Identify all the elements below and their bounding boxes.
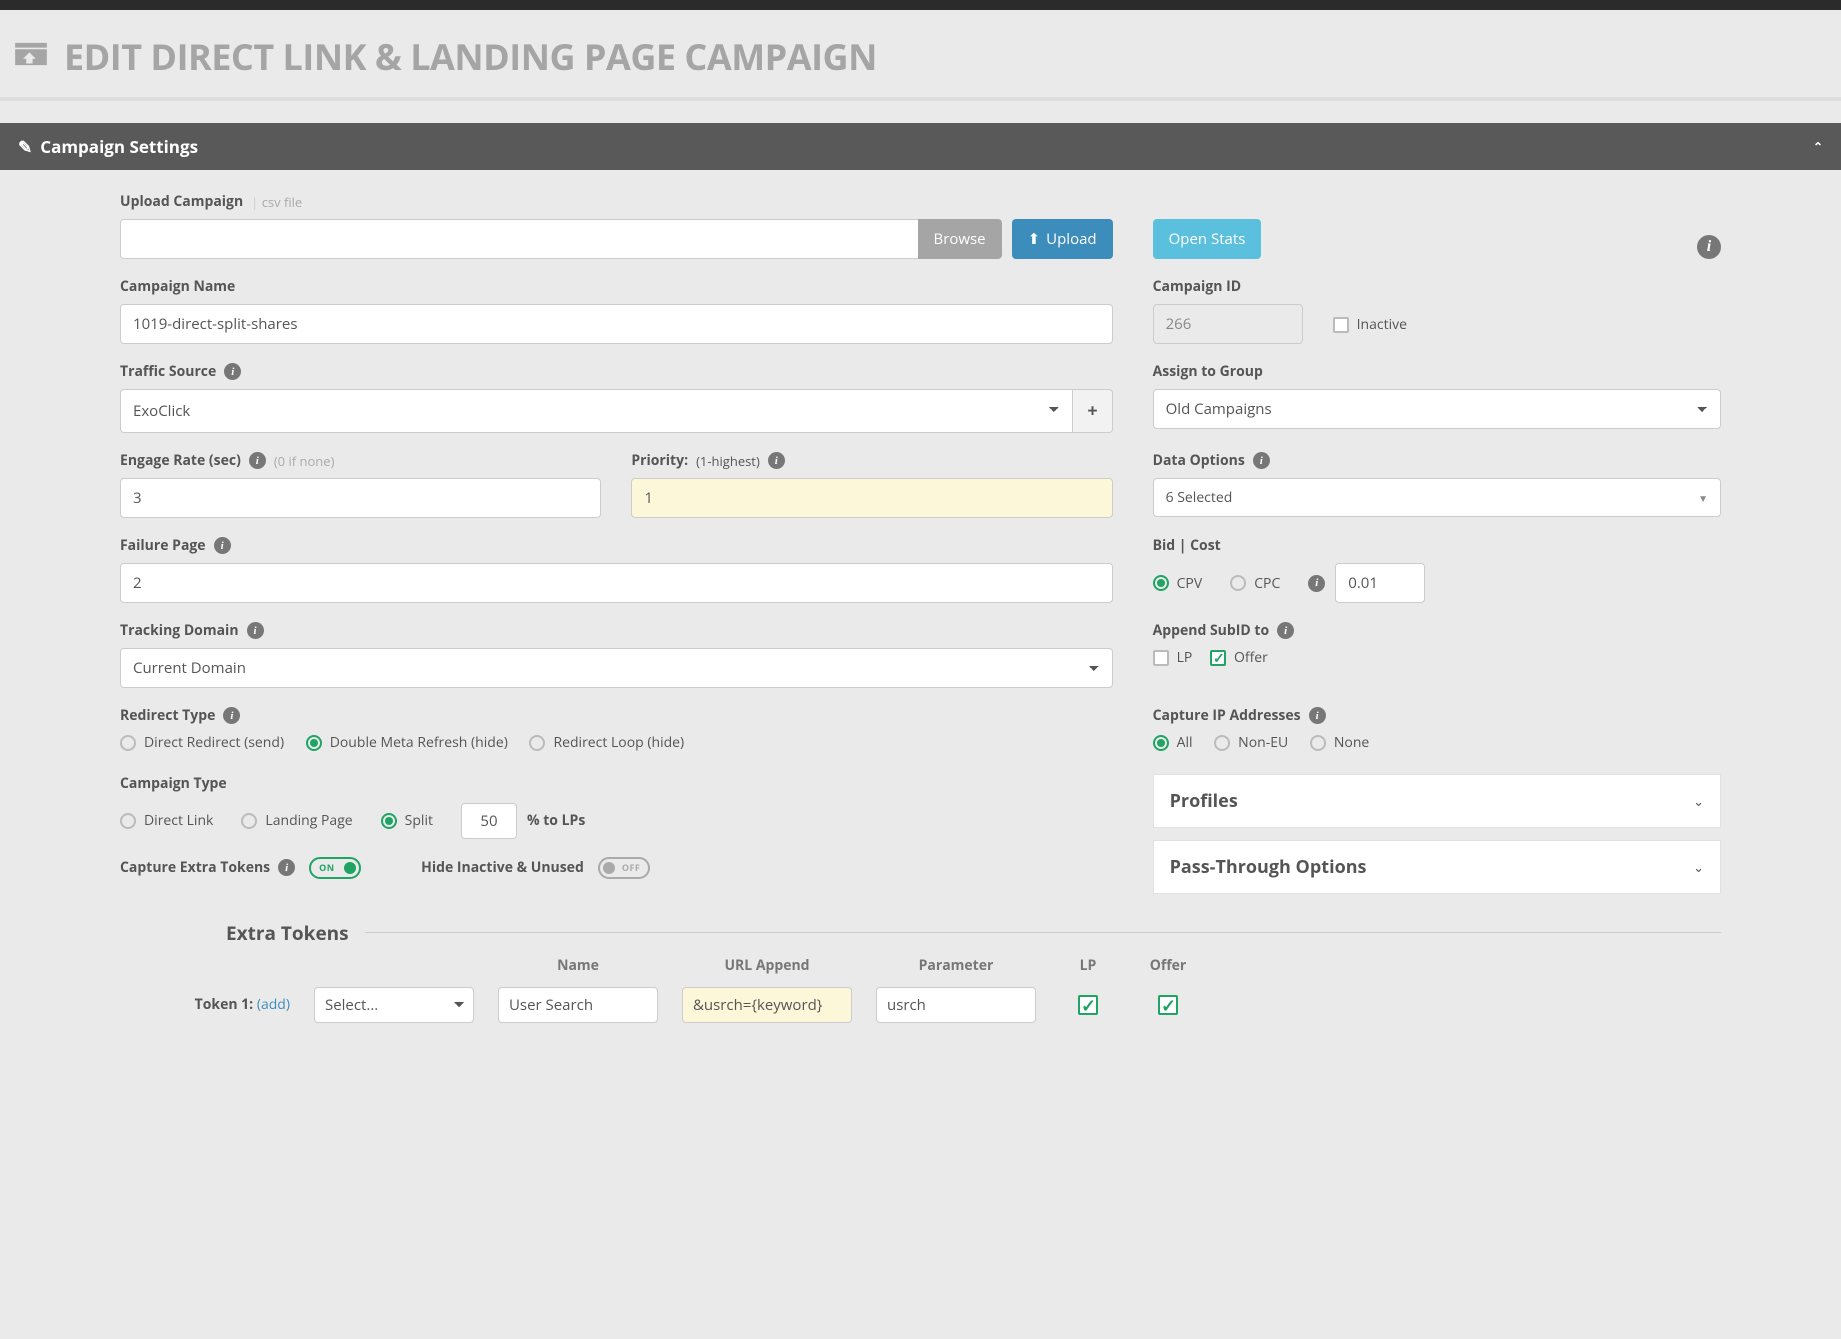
page-title-row: EDIT DIRECT LINK & LANDING PAGE CAMPAIGN <box>0 10 1841 101</box>
token-append-input[interactable] <box>682 987 852 1023</box>
assign-group-select[interactable]: Old Campaigns <box>1153 389 1721 429</box>
assign-group-label: Assign to Group <box>1153 362 1721 381</box>
inactive-checkbox[interactable]: Inactive <box>1333 315 1407 334</box>
priority-label: Priority: (1-highest) i <box>631 451 1112 470</box>
token-offer-checkbox[interactable] <box>1140 995 1196 1015</box>
info-icon[interactable]: i <box>278 859 295 876</box>
col-name: Name <box>498 956 658 975</box>
info-icon[interactable]: i <box>223 707 240 724</box>
redirect-loop-radio[interactable]: Redirect Loop (hide) <box>529 733 684 752</box>
capture-ip-all-radio[interactable]: All <box>1153 733 1193 752</box>
passthrough-card[interactable]: Pass-Through Options⌄ <box>1153 840 1721 894</box>
add-token-link[interactable]: (add) <box>257 995 290 1014</box>
campaign-id-input <box>1153 304 1303 344</box>
extra-tokens-section: Extra Tokens <box>120 920 1721 946</box>
tracking-domain-select[interactable]: Current Domain <box>120 648 1113 688</box>
upload-icon: ⬆ <box>1028 229 1041 249</box>
redirect-meta-radio[interactable]: Double Meta Refresh (hide) <box>306 733 508 752</box>
col-offer: Offer <box>1140 956 1196 975</box>
type-split-radio[interactable]: Split <box>381 811 433 830</box>
cpc-radio[interactable]: CPC <box>1230 574 1280 593</box>
panel-title: Campaign Settings <box>40 135 198 158</box>
capture-ip-none-radio[interactable]: None <box>1310 733 1369 752</box>
token-lp-checkbox[interactable] <box>1060 995 1116 1015</box>
info-icon[interactable]: i <box>249 452 266 469</box>
data-options-dropdown[interactable]: 6 Selected▼ <box>1153 478 1721 517</box>
open-stats-button[interactable]: Open Stats <box>1153 219 1262 259</box>
upload-file-input[interactable] <box>120 219 918 259</box>
edit-icon: ✎ <box>18 135 32 158</box>
token-param-input[interactable] <box>876 987 1036 1023</box>
col-append: URL Append <box>682 956 852 975</box>
campaign-icon <box>12 35 50 78</box>
profiles-card[interactable]: Profiles⌄ <box>1153 774 1721 828</box>
chevron-down-icon: ⌄ <box>1693 858 1704 876</box>
info-icon[interactable]: i <box>214 537 231 554</box>
percent-to-lps-label: % to LPs <box>527 811 585 830</box>
tracking-domain-label: Tracking Domaini <box>120 621 1113 640</box>
info-icon[interactable]: i <box>1309 707 1326 724</box>
traffic-source-label: Traffic Sourcei <box>120 362 1113 381</box>
hide-inactive-toggle[interactable]: OFF <box>598 857 650 879</box>
browse-button[interactable]: Browse <box>918 219 1002 259</box>
campaign-name-label: Campaign Name <box>120 277 1113 296</box>
token-1-label: Token 1: (add) <box>120 995 290 1014</box>
campaign-name-input[interactable] <box>120 304 1113 344</box>
redirect-type-label: Redirect Typei <box>120 706 1113 725</box>
append-offer-checkbox[interactable]: Offer <box>1210 648 1268 667</box>
hide-inactive-label: Hide Inactive & Unused <box>421 858 584 877</box>
campaign-id-label: Campaign ID <box>1153 277 1303 296</box>
engage-rate-input[interactable] <box>120 478 601 518</box>
chevron-up-icon[interactable]: ⌃ <box>1813 138 1823 155</box>
chevron-down-icon: ⌄ <box>1693 792 1704 810</box>
info-icon[interactable]: i <box>1253 452 1270 469</box>
info-icon[interactable]: i <box>224 363 241 380</box>
col-param: Parameter <box>876 956 1036 975</box>
failure-page-input[interactable] <box>120 563 1113 603</box>
page-title: EDIT DIRECT LINK & LANDING PAGE CAMPAIGN <box>64 32 877 81</box>
bid-input[interactable] <box>1335 563 1425 603</box>
panel-campaign-settings-header[interactable]: ✎ Campaign Settings ⌃ <box>0 123 1841 170</box>
append-lp-checkbox[interactable]: LP <box>1153 648 1193 667</box>
upload-button[interactable]: ⬆Upload <box>1012 219 1113 259</box>
panel-body: Upload Campaigncsv file Browse ⬆Upload O… <box>0 170 1841 1063</box>
engage-rate-label: Engage Rate (sec)i (0 if none) <box>120 451 601 470</box>
data-options-label: Data Optionsi <box>1153 451 1721 470</box>
inactive-label: Inactive <box>1357 315 1407 334</box>
add-traffic-source-button[interactable]: + <box>1072 389 1112 433</box>
type-direct-radio[interactable]: Direct Link <box>120 811 213 830</box>
upload-campaign-label: Upload Campaigncsv file <box>120 192 1113 211</box>
priority-input[interactable] <box>631 478 1112 518</box>
cpv-radio[interactable]: CPV <box>1153 574 1203 593</box>
top-bar <box>0 0 1841 10</box>
type-lp-radio[interactable]: Landing Page <box>241 811 352 830</box>
capture-ip-label: Capture IP Addressesi <box>1153 706 1721 725</box>
traffic-source-select[interactable]: ExoClick <box>120 389 1072 433</box>
redirect-direct-radio[interactable]: Direct Redirect (send) <box>120 733 284 752</box>
token-select[interactable]: Select... <box>314 987 474 1023</box>
token-name-input[interactable] <box>498 987 658 1023</box>
capture-ip-noneu-radio[interactable]: Non-EU <box>1214 733 1288 752</box>
split-percent-input[interactable] <box>461 803 517 839</box>
capture-extra-tokens-label: Capture Extra Tokensi <box>120 858 295 877</box>
caret-down-icon: ▼ <box>1698 491 1708 505</box>
info-icon[interactable]: i <box>247 622 264 639</box>
info-icon[interactable]: i <box>1277 622 1294 639</box>
info-icon[interactable]: i <box>768 452 785 469</box>
bid-label: Bid | Cost <box>1153 536 1721 555</box>
info-icon[interactable]: i <box>1308 575 1325 592</box>
append-subid-label: Append SubID toi <box>1153 621 1721 640</box>
failure-page-label: Failure Pagei <box>120 536 1113 555</box>
capture-extra-toggle[interactable]: ON <box>309 857 361 879</box>
campaign-type-label: Campaign Type <box>120 774 1113 793</box>
col-lp: LP <box>1060 956 1116 975</box>
info-icon[interactable]: i <box>1697 235 1721 259</box>
